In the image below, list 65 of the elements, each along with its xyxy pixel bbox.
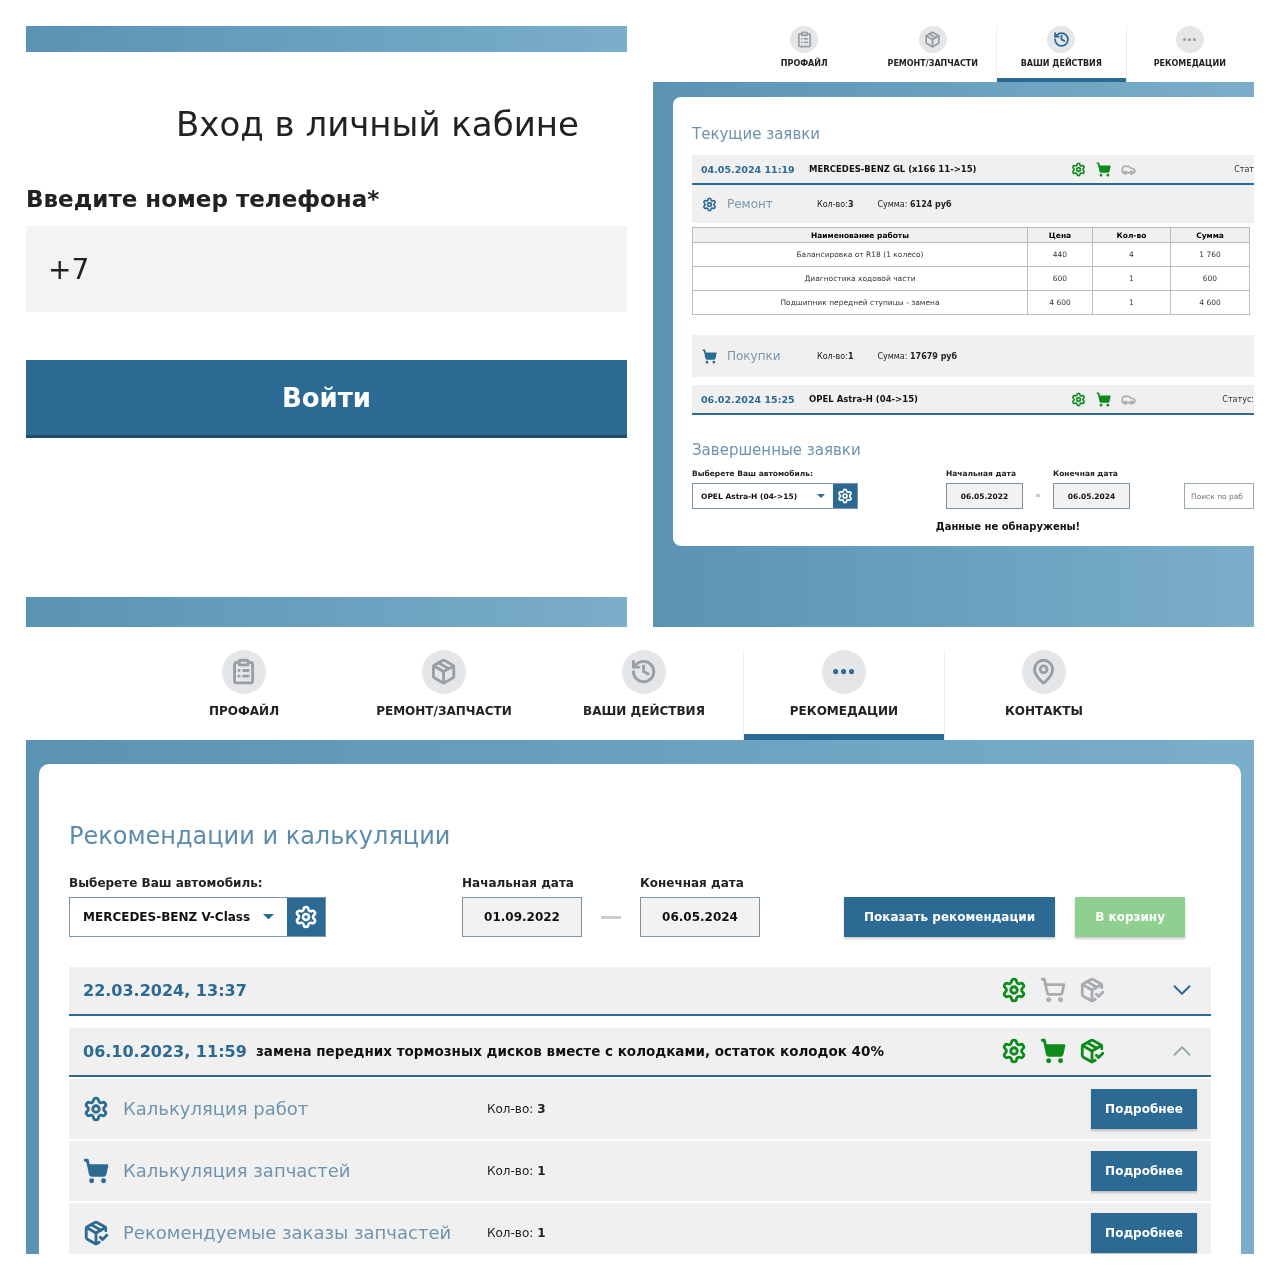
box-icon[interactable] xyxy=(1079,1038,1105,1065)
history-icon xyxy=(1047,26,1076,53)
car-select[interactable]: MERCEDES-BENZ V-Class xyxy=(69,896,326,937)
details-button[interactable]: Подробнее xyxy=(1091,1088,1197,1129)
caret-icon xyxy=(817,494,825,498)
date-field[interactable]: 01.09.2022 xyxy=(462,896,582,937)
show-button[interactable]: Показать рекомендации xyxy=(844,896,1056,937)
box-icon xyxy=(918,26,947,53)
gear-icon[interactable] xyxy=(1071,161,1086,177)
dots-icon xyxy=(821,650,867,694)
settings-icon[interactable] xyxy=(833,484,857,508)
calculation-row: Рекомендуемые заказы запчастей Кол-во: 1 Подробнее xyxy=(69,1202,1211,1254)
gear-icon xyxy=(702,196,717,212)
cart-icon xyxy=(83,1157,109,1184)
cart-icon[interactable] xyxy=(1040,977,1066,1004)
order-header[interactable]: 06.02.2024 15:25 OPEL Astra-H (04->15) Статус: xyxy=(692,385,1254,415)
nav-tab[interactable]: ВАШИ ДЕЙСТВИЯ xyxy=(544,650,744,740)
field-label: Выберете Ваш автомобиль: xyxy=(69,875,264,890)
box-icon xyxy=(83,1219,109,1246)
history-icon xyxy=(621,650,667,694)
clipboard-icon xyxy=(790,26,819,53)
gear-icon[interactable] xyxy=(1001,977,1027,1004)
cart-icon xyxy=(702,348,717,364)
field-label: Начальная дата xyxy=(462,875,575,890)
calculation-row: Калькуляция запчастей Кол-во: 1 Подробнее xyxy=(69,1140,1211,1201)
gear-icon[interactable] xyxy=(1001,1038,1027,1065)
cart-icon[interactable] xyxy=(1096,161,1111,177)
empty-message: Данные не обнаружены! xyxy=(934,521,1082,532)
order-header[interactable]: 04.05.2024 11:19 MERCEDES-BENZ GL (x166 11->15) Стат xyxy=(692,155,1254,185)
nav-tab[interactable]: ПРОФАЙЛ xyxy=(144,650,344,740)
section-title: Рекомендации и калькуляции xyxy=(69,821,452,850)
login-button[interactable]: Войти xyxy=(26,360,627,438)
cart-icon[interactable] xyxy=(1040,1038,1066,1065)
date-field[interactable]: 06.05.2024 xyxy=(640,896,760,937)
details-button[interactable]: Подробнее xyxy=(1091,1212,1197,1253)
gear-icon xyxy=(83,1095,109,1122)
map-pin-icon xyxy=(1021,650,1067,694)
calculation-row: Калькуляция работ Кол-во: 3 Подробнее xyxy=(69,1078,1211,1139)
details-button[interactable]: Подробнее xyxy=(1091,1150,1197,1191)
section-title: Завершенные заявки xyxy=(692,441,862,459)
count-text: Кол-во: 1 xyxy=(487,1163,546,1178)
cart-icon[interactable] xyxy=(1096,391,1111,407)
count-text: Кол-во: 1 xyxy=(487,1225,546,1240)
nav-tab[interactable]: КОНТАКТЫ xyxy=(944,650,1144,740)
record-header[interactable]: 06.10.2023, 11:59 замена передних тормозных дисков вместе с колодками, остаток колодок 40% xyxy=(69,1027,1211,1077)
summary-row: Ремонт Кол-во:3 Сумма: 6124 руб xyxy=(692,185,1254,223)
box-icon[interactable] xyxy=(1079,977,1105,1004)
gear-icon[interactable] xyxy=(1071,391,1086,407)
caret-icon xyxy=(263,913,274,920)
phone-field[interactable]: +7 xyxy=(26,226,627,312)
nav-tab[interactable]: РЕКОМЕДАЦИИ xyxy=(1125,26,1254,82)
clipboard-icon xyxy=(221,650,267,694)
field-label: Конечная дата xyxy=(640,875,745,890)
box-icon xyxy=(421,650,467,694)
dots-icon xyxy=(1175,26,1204,53)
nav-tab[interactable]: ПРОФАЙЛ xyxy=(740,26,869,82)
nav-tab[interactable]: РЕМОНТ/ЗАПЧАСТИ xyxy=(868,26,997,82)
settings-icon[interactable] xyxy=(287,897,325,936)
count-text: Кол-во: 3 xyxy=(487,1101,546,1116)
section-title: Текущие заявки xyxy=(692,125,822,143)
record-header[interactable]: 22.03.2024, 13:37 xyxy=(69,966,1211,1016)
phone-label: Введите номер телефона* xyxy=(26,186,381,212)
login-title: Вход в личный кабине xyxy=(176,104,579,144)
nav-tab[interactable]: РЕМОНТ/ЗАПЧАСТИ xyxy=(344,650,544,740)
summary-row: Покупки Кол-во:1 Сумма: 17679 руб xyxy=(692,335,1254,377)
